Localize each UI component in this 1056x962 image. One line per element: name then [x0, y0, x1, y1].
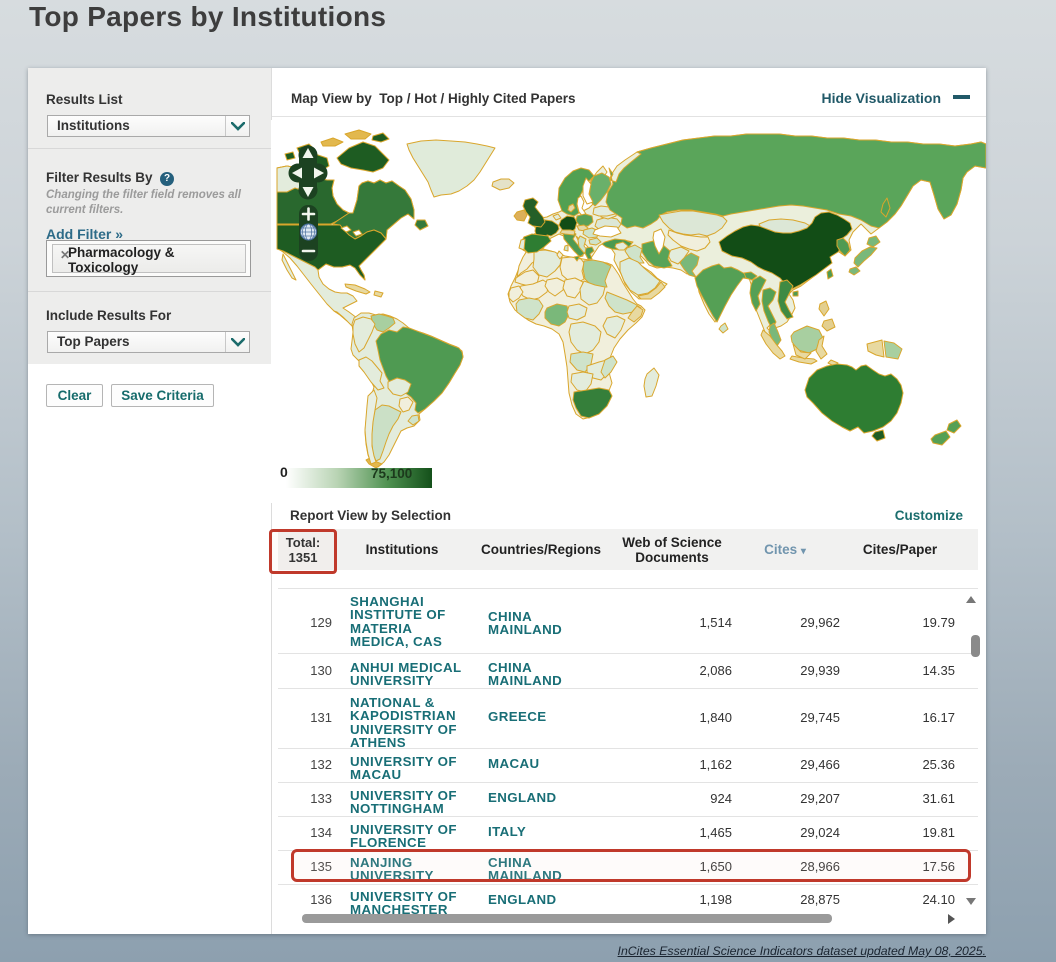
svg-text:75,100: 75,100: [371, 466, 412, 481]
svg-text:0: 0: [280, 464, 288, 480]
